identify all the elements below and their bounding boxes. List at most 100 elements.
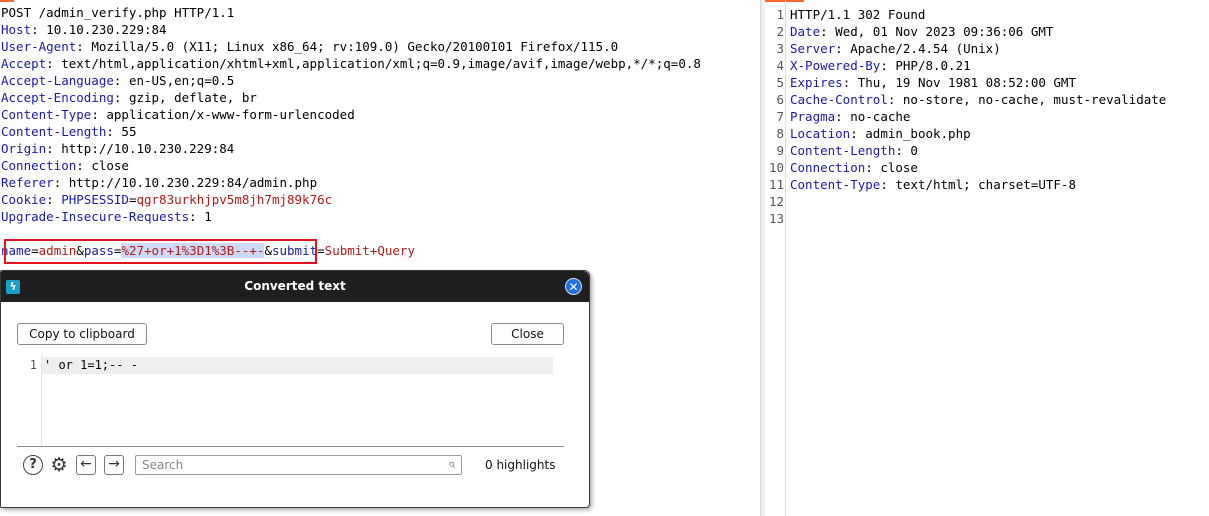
- header-value: http://10.10.230.229:84/admin.php: [61, 175, 318, 190]
- line-number: 3: [776, 41, 784, 56]
- line-number: 6: [776, 92, 784, 107]
- header-value: no-cache: [842, 109, 911, 124]
- line-number: 8: [776, 126, 784, 141]
- line-number: 11: [768, 177, 784, 192]
- param-value: Submit+Query: [324, 243, 415, 258]
- header-key: Server: [790, 41, 836, 56]
- request-line: POST /admin_verify.php HTTP/1.1: [1, 5, 235, 20]
- search-box[interactable]: ⌕: [135, 455, 462, 475]
- header-value: 55: [113, 124, 137, 139]
- header-line: Content-Type: application/x-www-form-url…: [1, 107, 355, 122]
- header-key: Location: [790, 126, 851, 141]
- header-value: en-US,en;q=0.5: [121, 73, 235, 88]
- line-number: 10: [768, 160, 784, 175]
- cookie-value: qgr83urkhjpv5m8jh7mj89k76c: [136, 192, 333, 207]
- line-number: 5: [776, 75, 784, 90]
- response-line: Cache-Control: no-store, no-cache, must-…: [790, 92, 1167, 107]
- gear-icon[interactable]: ⚙: [49, 455, 69, 475]
- close-icon[interactable]: ✕: [565, 278, 582, 295]
- response-line: HTTP/1.1 302 Found: [790, 6, 925, 23]
- header-value: close: [83, 158, 129, 173]
- highlights-count: 0 highlights: [485, 458, 556, 472]
- line-number: 13: [768, 211, 784, 226]
- header-line: Accept-Encoding: gzip, deflate, br: [1, 90, 257, 105]
- header-value: no-store, no-cache, must-revalidate: [895, 92, 1167, 107]
- line-number: 1: [776, 7, 784, 22]
- response-line: Content-Type: text/html; charset=UTF-8: [790, 177, 1076, 192]
- header-key: Connection: [1, 158, 77, 173]
- editor-gutter: 1: [17, 355, 42, 445]
- annotation-highlight-box: [4, 239, 317, 264]
- header-key: User-Agent: [1, 39, 77, 54]
- help-icon[interactable]: ?: [23, 455, 43, 475]
- arrow-left-icon[interactable]: ←: [76, 455, 96, 475]
- line-number-gutter: [785, 0, 786, 516]
- burp-lightning-icon: ϟ: [6, 280, 20, 294]
- header-key: Cache-Control: [790, 92, 888, 107]
- line-number: 12: [768, 194, 784, 209]
- header-line: Connection: close: [1, 158, 129, 173]
- header-value: 1: [196, 209, 212, 224]
- header-value: http://10.10.230.229:84: [53, 141, 235, 156]
- response-line: Content-Length: 0: [790, 143, 918, 158]
- response-line: Expires: Thu, 19 Nov 1981 08:52:00 GMT: [790, 75, 1076, 90]
- converted-text-dialog: Converted text ϟ ✕ Copy to clipboard Clo…: [0, 270, 590, 508]
- dialog-title: Converted text: [244, 279, 346, 293]
- header-line: Accept: text/html,application/xhtml+xml,…: [1, 56, 701, 71]
- header-line: Content-Length: 55: [1, 124, 137, 139]
- header-key: Accept: [1, 56, 47, 71]
- header-line: Upgrade-Insecure-Requests: 1: [1, 209, 212, 224]
- header-key: Content-Type: [1, 107, 92, 122]
- header-key: Host: [1, 22, 32, 37]
- header-key: X-Powered-By: [790, 58, 881, 73]
- header-line: Accept-Language: en-US,en;q=0.5: [1, 73, 235, 88]
- header-value: 0: [902, 143, 918, 158]
- cookie-line: Cookie: PHPSESSID=qgr83urkhjpv5m8jh7mj89…: [1, 192, 333, 207]
- header-key: Accept-Language: [1, 73, 114, 88]
- header-value: Apache/2.4.54 (Unix): [842, 41, 1001, 56]
- response-viewer[interactable]: 1 HTTP/1.1 302 Found 2 Date: Wed, 01 Nov 20…: [764, 0, 1209, 516]
- converted-text-editor[interactable]: 1 ' or 1=1;-- -: [17, 355, 564, 445]
- header-key: Pragma: [790, 109, 836, 124]
- header-line: Origin: http://10.10.230.229:84: [1, 141, 235, 156]
- cookie-name: PHPSESSID: [61, 192, 129, 207]
- editor-line-number: 1: [29, 358, 37, 372]
- response-line: Server: Apache/2.4.54 (Unix): [790, 41, 1001, 56]
- header-value: 10.10.230.229:84: [38, 22, 167, 37]
- line-number: 4: [776, 58, 784, 73]
- header-value: Thu, 19 Nov 1981 08:52:00 GMT: [850, 75, 1076, 90]
- header-key: Upgrade-Insecure-Requests: [1, 209, 190, 224]
- header-key: Cookie: [1, 192, 47, 207]
- header-value: text/html; charset=UTF-8: [887, 177, 1076, 192]
- converted-text-content[interactable]: ' or 1=1;-- -: [44, 357, 138, 374]
- header-key: Expires: [790, 75, 843, 90]
- header-key: Date: [790, 24, 821, 39]
- header-key: Connection: [790, 160, 866, 175]
- header-value: Mozilla/5.0 (X11; Linux x86_64; rv:109.0…: [83, 39, 619, 54]
- search-bar-divider: [17, 446, 564, 447]
- copy-to-clipboard-button[interactable]: Copy to clipboard: [17, 323, 147, 345]
- response-line: Connection: close: [790, 160, 918, 175]
- line-number: 7: [776, 109, 784, 124]
- line-number: 2: [776, 24, 784, 39]
- dialog-titlebar[interactable]: Converted text ϟ ✕: [1, 271, 589, 302]
- status-line: HTTP/1.1 302 Found: [790, 7, 926, 22]
- search-icon: ⌕: [447, 457, 455, 472]
- header-line: Referer: http://10.10.230.229:84/admin.p…: [1, 175, 318, 190]
- close-button[interactable]: Close: [491, 323, 564, 345]
- header-value: gzip, deflate, br: [121, 90, 257, 105]
- header-line: Host: 10.10.230.229:84: [1, 22, 167, 37]
- header-value: text/html,application/xhtml+xml,applicat…: [53, 56, 701, 71]
- header-key: Origin: [1, 141, 47, 156]
- arrow-right-icon[interactable]: →: [104, 455, 124, 475]
- header-value: PHP/8.0.21: [887, 58, 971, 73]
- header-value: close: [872, 160, 918, 175]
- equals-sign: =: [317, 243, 325, 258]
- search-input[interactable]: [137, 457, 432, 473]
- header-key: Content-Type: [790, 177, 881, 192]
- header-key: Content-Length: [1, 124, 107, 139]
- header-value: application/x-www-form-urlencoded: [98, 107, 355, 122]
- line-number: 9: [776, 143, 784, 158]
- response-line: Pragma: no-cache: [790, 109, 911, 124]
- response-line: Location: admin_book.php: [790, 126, 971, 141]
